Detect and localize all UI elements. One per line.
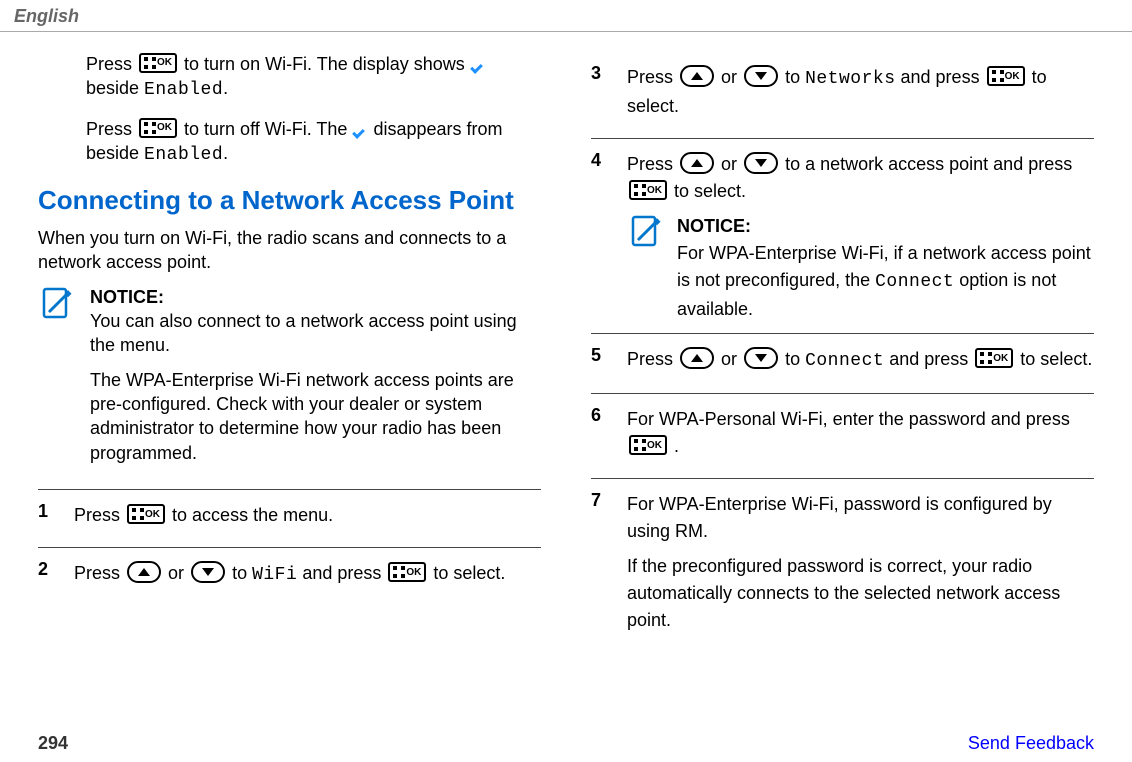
checkmark-icon — [471, 57, 485, 71]
ok-button-icon — [139, 118, 177, 138]
send-feedback-link[interactable]: Send Feedback — [968, 733, 1094, 754]
notice-text: NOTICE: For WPA-Enterprise Wi-Fi, if a n… — [677, 213, 1094, 323]
up-arrow-icon — [680, 65, 714, 87]
ok-button-icon — [139, 53, 177, 73]
up-arrow-icon — [680, 152, 714, 174]
ok-button-icon — [987, 66, 1025, 86]
up-arrow-icon — [680, 347, 714, 369]
ok-button-icon — [127, 504, 165, 524]
notice-label: NOTICE: — [677, 216, 751, 236]
down-arrow-icon — [744, 152, 778, 174]
page-body: Press to turn on Wi-Fi. The display show… — [0, 32, 1132, 662]
down-arrow-icon — [191, 561, 225, 583]
checkmark-icon — [353, 122, 367, 136]
ok-button-icon — [388, 562, 426, 582]
right-column: Press or to Networks and press to select… — [591, 52, 1094, 652]
step-1: Press to access the menu. — [38, 489, 541, 547]
enabled-text: Enabled — [144, 145, 223, 165]
notice-block: NOTICE: You can also connect to a networ… — [38, 285, 541, 475]
section-intro: When you turn on Wi-Fi, the radio scans … — [38, 226, 541, 275]
notice-icon — [38, 285, 76, 475]
step-4-notice: NOTICE: For WPA-Enterprise Wi-Fi, if a n… — [627, 213, 1094, 323]
step-6: For WPA-Personal Wi-Fi, enter the passwo… — [591, 393, 1094, 478]
language-label: English — [14, 6, 79, 26]
section-heading: Connecting to a Network Access Point — [38, 185, 541, 216]
step-4: Press or to a network access point and p… — [591, 138, 1094, 333]
steps-right: Press or to Networks and press to select… — [591, 52, 1094, 652]
page-number: 294 — [38, 733, 68, 754]
wifi-on-paragraph: Press to turn on Wi-Fi. The display show… — [86, 52, 541, 103]
step-3: Press or to Networks and press to select… — [591, 52, 1094, 138]
up-arrow-icon — [127, 561, 161, 583]
ok-button-icon — [629, 435, 667, 455]
connect-text: Connect — [875, 272, 954, 292]
left-column: Press to turn on Wi-Fi. The display show… — [38, 52, 541, 652]
down-arrow-icon — [744, 347, 778, 369]
page-footer: 294 Send Feedback — [0, 733, 1132, 754]
notice-icon — [627, 213, 665, 323]
notice-label: NOTICE: — [90, 287, 164, 307]
ok-button-icon — [629, 180, 667, 200]
step-2: Press or to WiFi and press to select. — [38, 547, 541, 607]
doc-header: English — [0, 0, 1132, 32]
steps-left: Press to access the menu. Press or to Wi… — [38, 489, 541, 607]
connect-text: Connect — [805, 351, 884, 371]
notice-text: NOTICE: You can also connect to a networ… — [90, 285, 541, 475]
step-7: For WPA-Enterprise Wi-Fi, password is co… — [591, 478, 1094, 652]
enabled-text: Enabled — [144, 80, 223, 100]
wifi-off-paragraph: Press to turn off Wi-Fi. The disappears … — [86, 117, 541, 168]
ok-button-icon — [975, 348, 1013, 368]
step-5: Press or to Connect and press to select. — [591, 333, 1094, 393]
down-arrow-icon — [744, 65, 778, 87]
networks-text: Networks — [805, 69, 895, 89]
wifi-text: WiFi — [252, 565, 297, 585]
